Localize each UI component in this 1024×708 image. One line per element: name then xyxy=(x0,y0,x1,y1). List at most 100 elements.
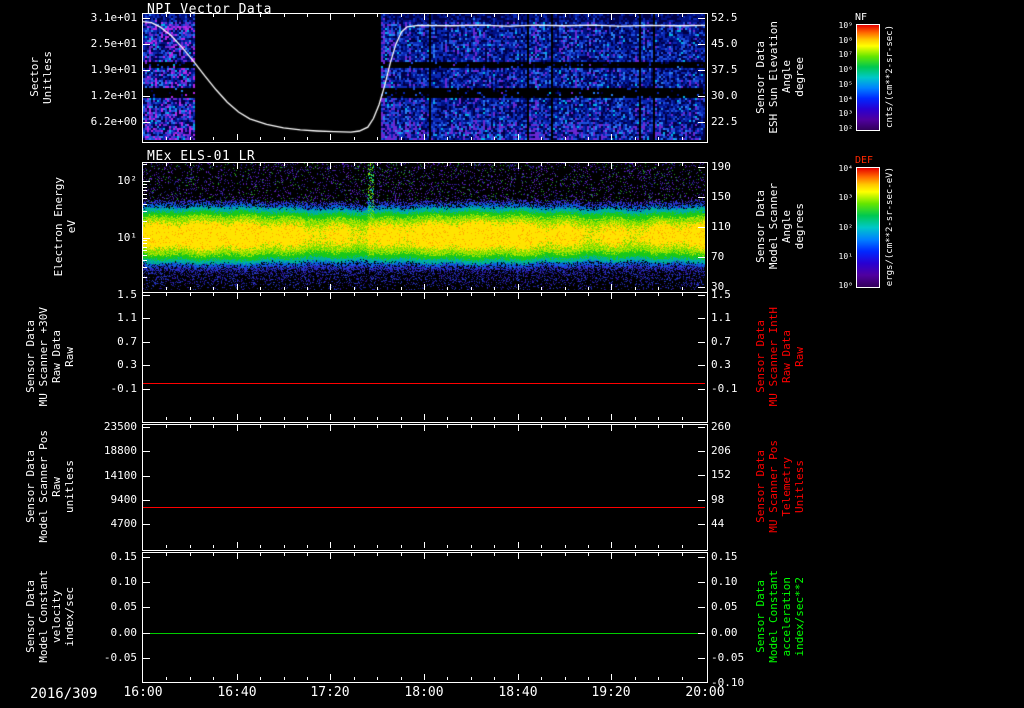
xtick-mark xyxy=(658,417,659,420)
xtick-mark xyxy=(565,545,566,548)
axis-title-line: Sensor Data xyxy=(754,40,767,114)
xtick-mark xyxy=(518,163,519,169)
xtick-mark xyxy=(588,417,589,420)
xtick-mark xyxy=(213,287,214,290)
panel-title-npi: NPI Vector Data xyxy=(147,2,272,17)
xtick-mark xyxy=(541,287,542,290)
ytick-mark xyxy=(143,607,150,608)
panel-heatmap-canvas-1 xyxy=(143,163,705,290)
xtick-mark xyxy=(518,134,519,140)
xtick-mark xyxy=(424,293,425,299)
xtick-mark xyxy=(213,137,214,140)
xtick-mark xyxy=(424,553,425,559)
panel-box-2 xyxy=(142,292,708,423)
xtick-mark xyxy=(284,417,285,420)
xtick-mark xyxy=(541,553,542,556)
xtick-mark xyxy=(354,14,355,17)
ytick-mark xyxy=(143,500,150,501)
right-ytick-label: 206 xyxy=(711,444,731,457)
colorbar-units-text: cnts/(cm**2-sr-sec) xyxy=(885,25,895,128)
colorbar-tick-label: 10⁴ xyxy=(838,164,853,173)
ytick-minor xyxy=(143,250,147,251)
axis-title-line: ESH Sun Elevation xyxy=(767,20,780,134)
xtick-mark xyxy=(471,677,472,680)
xtick-mark xyxy=(330,284,331,290)
xtick-mark xyxy=(635,425,636,428)
y-axis-title-model-constant-velocity: Sensor Data Model Constant velocity inde… xyxy=(24,553,76,680)
colorbar-tick-label: 10² xyxy=(838,124,853,133)
time-tick-label: 20:00 xyxy=(685,685,725,700)
panel-box-0 xyxy=(142,13,708,143)
xtick-mark xyxy=(588,293,589,296)
xtick-mark xyxy=(377,553,378,556)
xtick-mark xyxy=(565,417,566,420)
xtick-mark xyxy=(424,134,425,140)
right-ytick-mark xyxy=(698,365,705,366)
xtick-mark xyxy=(260,417,261,420)
xtick-mark xyxy=(541,677,542,680)
xtick-mark xyxy=(682,425,683,428)
y-axis-title-model-scanner-pos: Sensor Data Model Scanner Pos Raw unitle… xyxy=(24,425,76,548)
xtick-mark xyxy=(330,414,331,420)
colorbar-tick-label: 10⁷ xyxy=(838,50,853,59)
xtick-mark xyxy=(658,545,659,548)
right-ytick-mark xyxy=(698,524,705,525)
axis-title-line: Angle xyxy=(780,60,793,94)
time-tick-label: 18:40 xyxy=(498,685,538,700)
xtick-mark xyxy=(401,417,402,420)
axis-title-line: index/sec xyxy=(63,586,76,647)
axis-title-line: Unitless xyxy=(793,460,806,513)
xtick-mark xyxy=(424,284,425,290)
xtick-mark xyxy=(307,417,308,420)
xtick-mark xyxy=(658,287,659,290)
panel-title-els: MEx ELS-01 LR xyxy=(147,149,256,164)
xtick-mark xyxy=(166,417,167,420)
right-ytick-mark xyxy=(698,70,705,71)
ytick-minor xyxy=(143,194,147,195)
xtick-mark xyxy=(330,553,331,559)
xtick-mark xyxy=(565,14,566,17)
xtick-mark xyxy=(447,425,448,428)
xtick-mark xyxy=(354,293,355,296)
panel-heatmap-canvas-0 xyxy=(143,14,705,140)
xtick-mark xyxy=(682,14,683,17)
xtick-mark xyxy=(401,287,402,290)
colorbar-units-def: ergs/(cm**2-sr-sec-eV) xyxy=(884,167,897,286)
xtick-mark xyxy=(565,553,566,556)
ytick-mark xyxy=(143,633,150,634)
xtick-mark xyxy=(166,545,167,548)
xtick-mark xyxy=(260,287,261,290)
xtick-mark xyxy=(307,293,308,296)
colorbar-title-def: DEF xyxy=(855,155,874,166)
ytick-mark xyxy=(143,582,150,583)
time-tick-label: 16:00 xyxy=(123,685,163,700)
xtick-mark xyxy=(354,553,355,556)
ytick-minor xyxy=(143,260,147,261)
date-label: 2016/309 xyxy=(30,686,98,702)
xtick-mark xyxy=(354,425,355,428)
axis-title-line: Model Constant xyxy=(767,570,780,663)
xtick-mark xyxy=(494,137,495,140)
xtick-mark xyxy=(213,677,214,680)
time-tick-label: 19:20 xyxy=(591,685,631,700)
xtick-mark xyxy=(284,553,285,556)
xtick-mark xyxy=(213,425,214,428)
axis-title-line: eV xyxy=(65,219,78,234)
right-ytick-mark xyxy=(698,18,705,19)
xtick-mark xyxy=(494,677,495,680)
xtick-mark xyxy=(471,287,472,290)
xtick-mark xyxy=(354,163,355,166)
tplot-figure: 3.1e+01 2.5e+01 1.9e+01 1.2e+01 6.2e+00 52.5 4… xyxy=(0,0,1024,708)
ytick-minor xyxy=(143,277,147,278)
axis-title-line: MU Scanner Pos xyxy=(767,440,780,533)
ytick-label: 3.1e+01 xyxy=(90,11,137,24)
right-ytick-mark xyxy=(698,197,705,198)
xtick-mark xyxy=(682,163,683,166)
xtick-mark xyxy=(213,293,214,296)
xtick-mark xyxy=(635,163,636,166)
right-ytick-label: 110 xyxy=(711,220,731,233)
colorbar-tick-label: 10³ xyxy=(838,109,853,118)
time-tick-label: 16:40 xyxy=(217,685,257,700)
xtick-mark xyxy=(190,287,191,290)
ytick-minor xyxy=(143,221,147,222)
